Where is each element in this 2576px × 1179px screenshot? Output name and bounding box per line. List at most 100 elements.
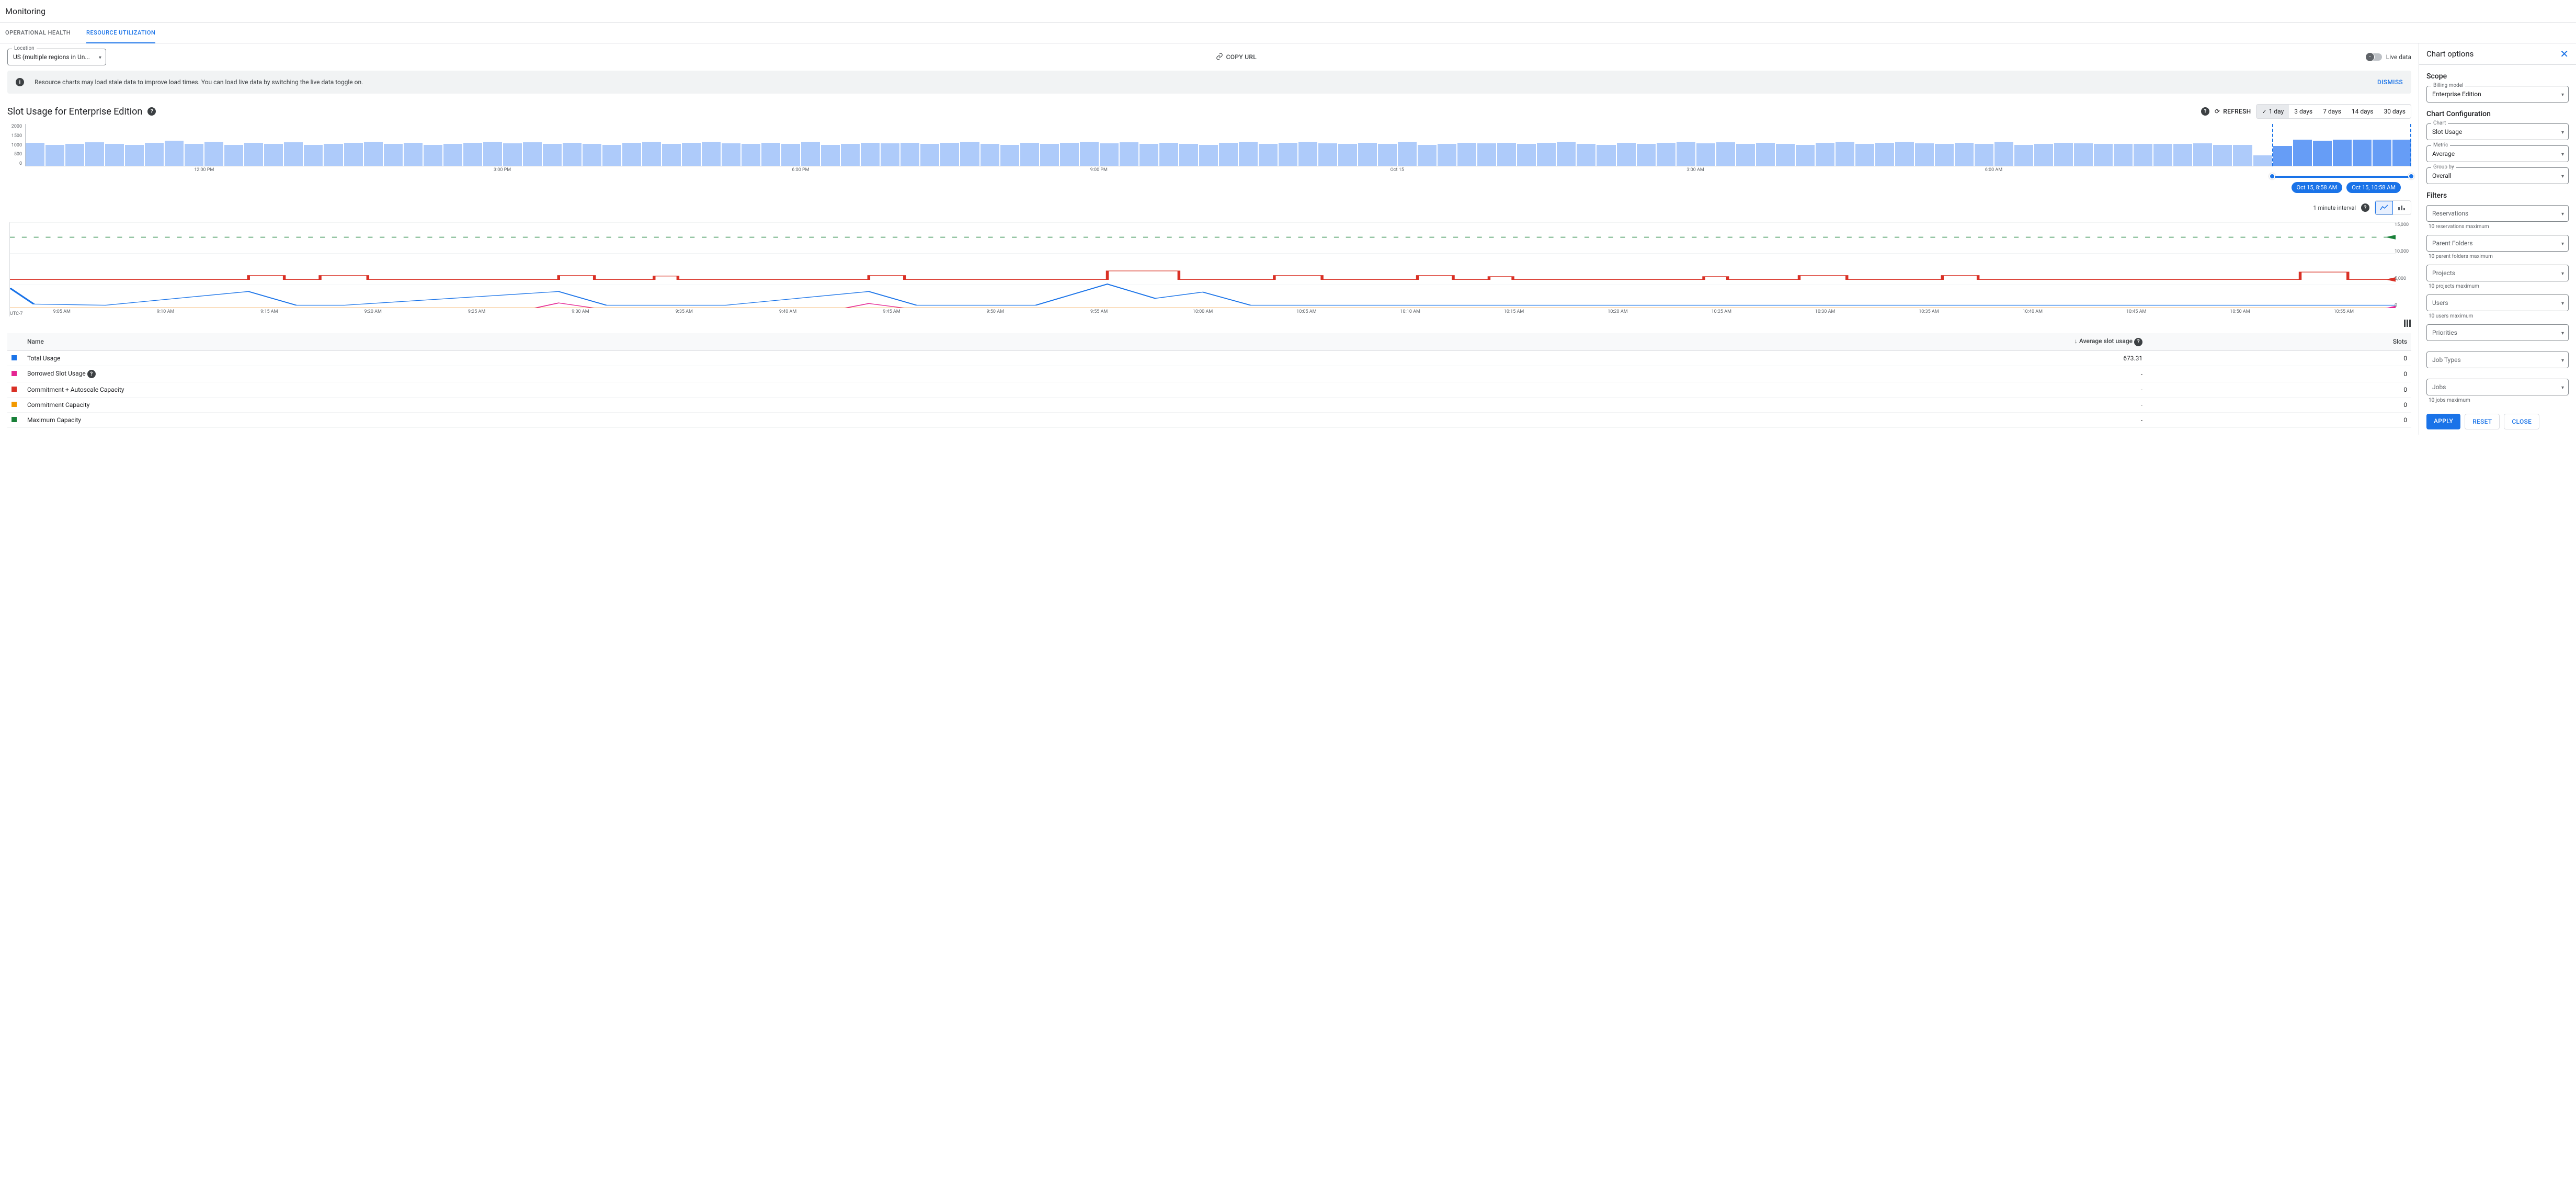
reservations-filter[interactable]: Reservations	[2426, 205, 2569, 222]
info-icon: i	[16, 78, 24, 86]
row-name: Maximum Capacity	[23, 413, 1253, 428]
overview-bars	[25, 124, 2411, 166]
location-select[interactable]: Location US (multiple regions in Un...	[7, 49, 106, 65]
detail-y-axis: 15,00010,0005,0000	[2395, 222, 2413, 308]
color-swatch	[12, 371, 17, 376]
billing-model-select[interactable]: Billing model Enterprise Edition	[2426, 86, 2569, 103]
refresh-button[interactable]: ⟳ REFRESH	[2215, 108, 2251, 115]
color-swatch	[12, 387, 17, 392]
time-range-toggle: ✓1 day 3 days 7 days 14 days 30 days	[2256, 104, 2411, 119]
color-swatch	[12, 417, 17, 422]
table-row[interactable]: Total Usage 673.31 0	[7, 350, 2411, 366]
color-swatch	[12, 355, 17, 360]
slider-handle-end[interactable]	[2408, 173, 2414, 179]
row-avg: -	[1253, 398, 2147, 413]
priorities-filter[interactable]: Priorities	[2426, 324, 2569, 341]
help-icon[interactable]: ?	[2361, 203, 2369, 212]
chevron-down-icon	[2561, 90, 2564, 98]
chevron-down-icon	[2561, 383, 2564, 391]
help-icon[interactable]: ?	[2201, 107, 2209, 116]
col-avg[interactable]: ↓ Average slot usage ?	[1253, 333, 2147, 350]
table-row[interactable]: Commitment Capacity - 0	[7, 398, 2411, 413]
range-7days[interactable]: 7 days	[2318, 105, 2346, 118]
legend-table: Name ↓ Average slot usage ? Slots Total …	[7, 333, 2411, 428]
chevron-down-icon	[99, 53, 101, 61]
section-chart-config: Chart Configuration	[2426, 110, 2569, 118]
live-data-toggle[interactable]: −	[2366, 53, 2382, 61]
help-icon[interactable]: ?	[2134, 338, 2142, 346]
groupby-select[interactable]: Group by Overall	[2426, 167, 2569, 184]
copy-url-button[interactable]: COPY URL	[1216, 53, 1257, 62]
col-name[interactable]: Name	[23, 333, 1253, 350]
side-title: Chart options	[2426, 49, 2474, 59]
chevron-down-icon	[2561, 150, 2564, 157]
row-slots: 0	[2147, 398, 2411, 413]
projects-hint: 10 projects maximum	[2426, 284, 2569, 289]
users-filter[interactable]: Users	[2426, 294, 2569, 311]
bar-chart-icon	[2398, 205, 2406, 211]
chevron-down-icon	[2561, 356, 2564, 364]
overview-x-axis: 12:00 PM3:00 PM6:00 PM9:00 PMOct 153:00 …	[25, 167, 2411, 174]
section-filters: Filters	[2426, 191, 2569, 200]
page-title: Monitoring	[0, 0, 2576, 23]
line-chart-icon	[2380, 205, 2388, 211]
chevron-down-icon	[2561, 329, 2564, 336]
table-row[interactable]: Borrowed Slot Usage ? - 0	[7, 366, 2411, 382]
reset-button[interactable]: RESET	[2465, 414, 2500, 429]
metric-select[interactable]: Metric Average	[2426, 145, 2569, 162]
range-30days[interactable]: 30 days	[2378, 105, 2411, 118]
row-avg: 673.31	[1253, 350, 2147, 366]
jobs-filter[interactable]: Jobs	[2426, 379, 2569, 395]
apply-button[interactable]: APPLY	[2426, 414, 2460, 429]
chevron-down-icon	[2561, 210, 2564, 217]
projects-filter[interactable]: Projects	[2426, 265, 2569, 281]
dismiss-button[interactable]: DISMISS	[2377, 78, 2403, 86]
range-14days[interactable]: 14 days	[2346, 105, 2379, 118]
chart-select[interactable]: Chart Slot Usage	[2426, 123, 2569, 140]
slider-handle-start[interactable]	[2269, 173, 2275, 179]
tabs: OPERATIONAL HEALTH RESOURCE UTILIZATION	[0, 23, 2576, 43]
line-chart-toggle[interactable]	[2375, 201, 2393, 214]
detail-chart[interactable]: 15,00010,0005,0000 9:05 AM9:10 AM9:15 AM…	[9, 222, 2411, 316]
table-row[interactable]: Commitment + Autoscale Capacity - 0	[7, 382, 2411, 398]
chevron-down-icon	[2561, 172, 2564, 179]
location-value: US (multiple regions in Un...	[13, 53, 90, 61]
row-name: Commitment Capacity	[23, 398, 1253, 413]
timezone-label: UTC-7	[10, 311, 23, 316]
refresh-icon: ⟳	[2215, 108, 2220, 115]
interval-label: 1 minute interval	[2313, 205, 2356, 211]
row-name: Commitment + Autoscale Capacity	[23, 382, 1253, 398]
close-button[interactable]: CLOSE	[2504, 414, 2539, 429]
row-slots: 0	[2147, 382, 2411, 398]
chevron-down-icon	[2561, 269, 2564, 277]
col-slots[interactable]: Slots	[2147, 333, 2411, 350]
row-avg: -	[1253, 366, 2147, 382]
live-data-label: Live data	[2386, 53, 2411, 61]
range-slider[interactable]	[25, 176, 2411, 179]
slider-end-label: Oct 15, 10:58 AM	[2346, 182, 2401, 193]
help-icon[interactable]: ?	[87, 370, 96, 378]
link-icon	[1216, 53, 1223, 62]
slider-start-label: Oct 15, 8:58 AM	[2292, 182, 2343, 193]
help-icon[interactable]: ?	[147, 107, 156, 116]
minus-icon: −	[2367, 54, 2373, 60]
parent-folders-filter[interactable]: Parent Folders	[2426, 235, 2569, 252]
row-name: Total Usage	[23, 350, 1253, 366]
color-swatch	[12, 402, 17, 407]
row-slots: 0	[2147, 350, 2411, 366]
bar-chart-toggle[interactable]	[2393, 201, 2411, 214]
range-3days[interactable]: 3 days	[2289, 105, 2318, 118]
jobtypes-filter[interactable]: Job Types	[2426, 352, 2569, 368]
column-settings-button[interactable]	[7, 320, 2411, 329]
overview-chart[interactable]: 2000150010005000 12:00 PM3:00 PM6:00 PM9…	[7, 124, 2411, 174]
close-icon[interactable]: ✕	[2560, 49, 2569, 59]
range-1day[interactable]: ✓1 day	[2256, 105, 2289, 118]
tab-resource-utilization[interactable]: RESOURCE UTILIZATION	[86, 23, 155, 43]
row-avg: -	[1253, 382, 2147, 398]
columns-icon	[2404, 320, 2411, 327]
chart-title: Slot Usage for Enterprise Edition	[7, 106, 142, 117]
tab-operational-health[interactable]: OPERATIONAL HEALTH	[5, 23, 71, 43]
overview-y-axis: 2000150010005000	[7, 124, 22, 166]
sort-desc-icon: ↓	[2075, 337, 2078, 345]
table-row[interactable]: Maximum Capacity - 0	[7, 413, 2411, 428]
